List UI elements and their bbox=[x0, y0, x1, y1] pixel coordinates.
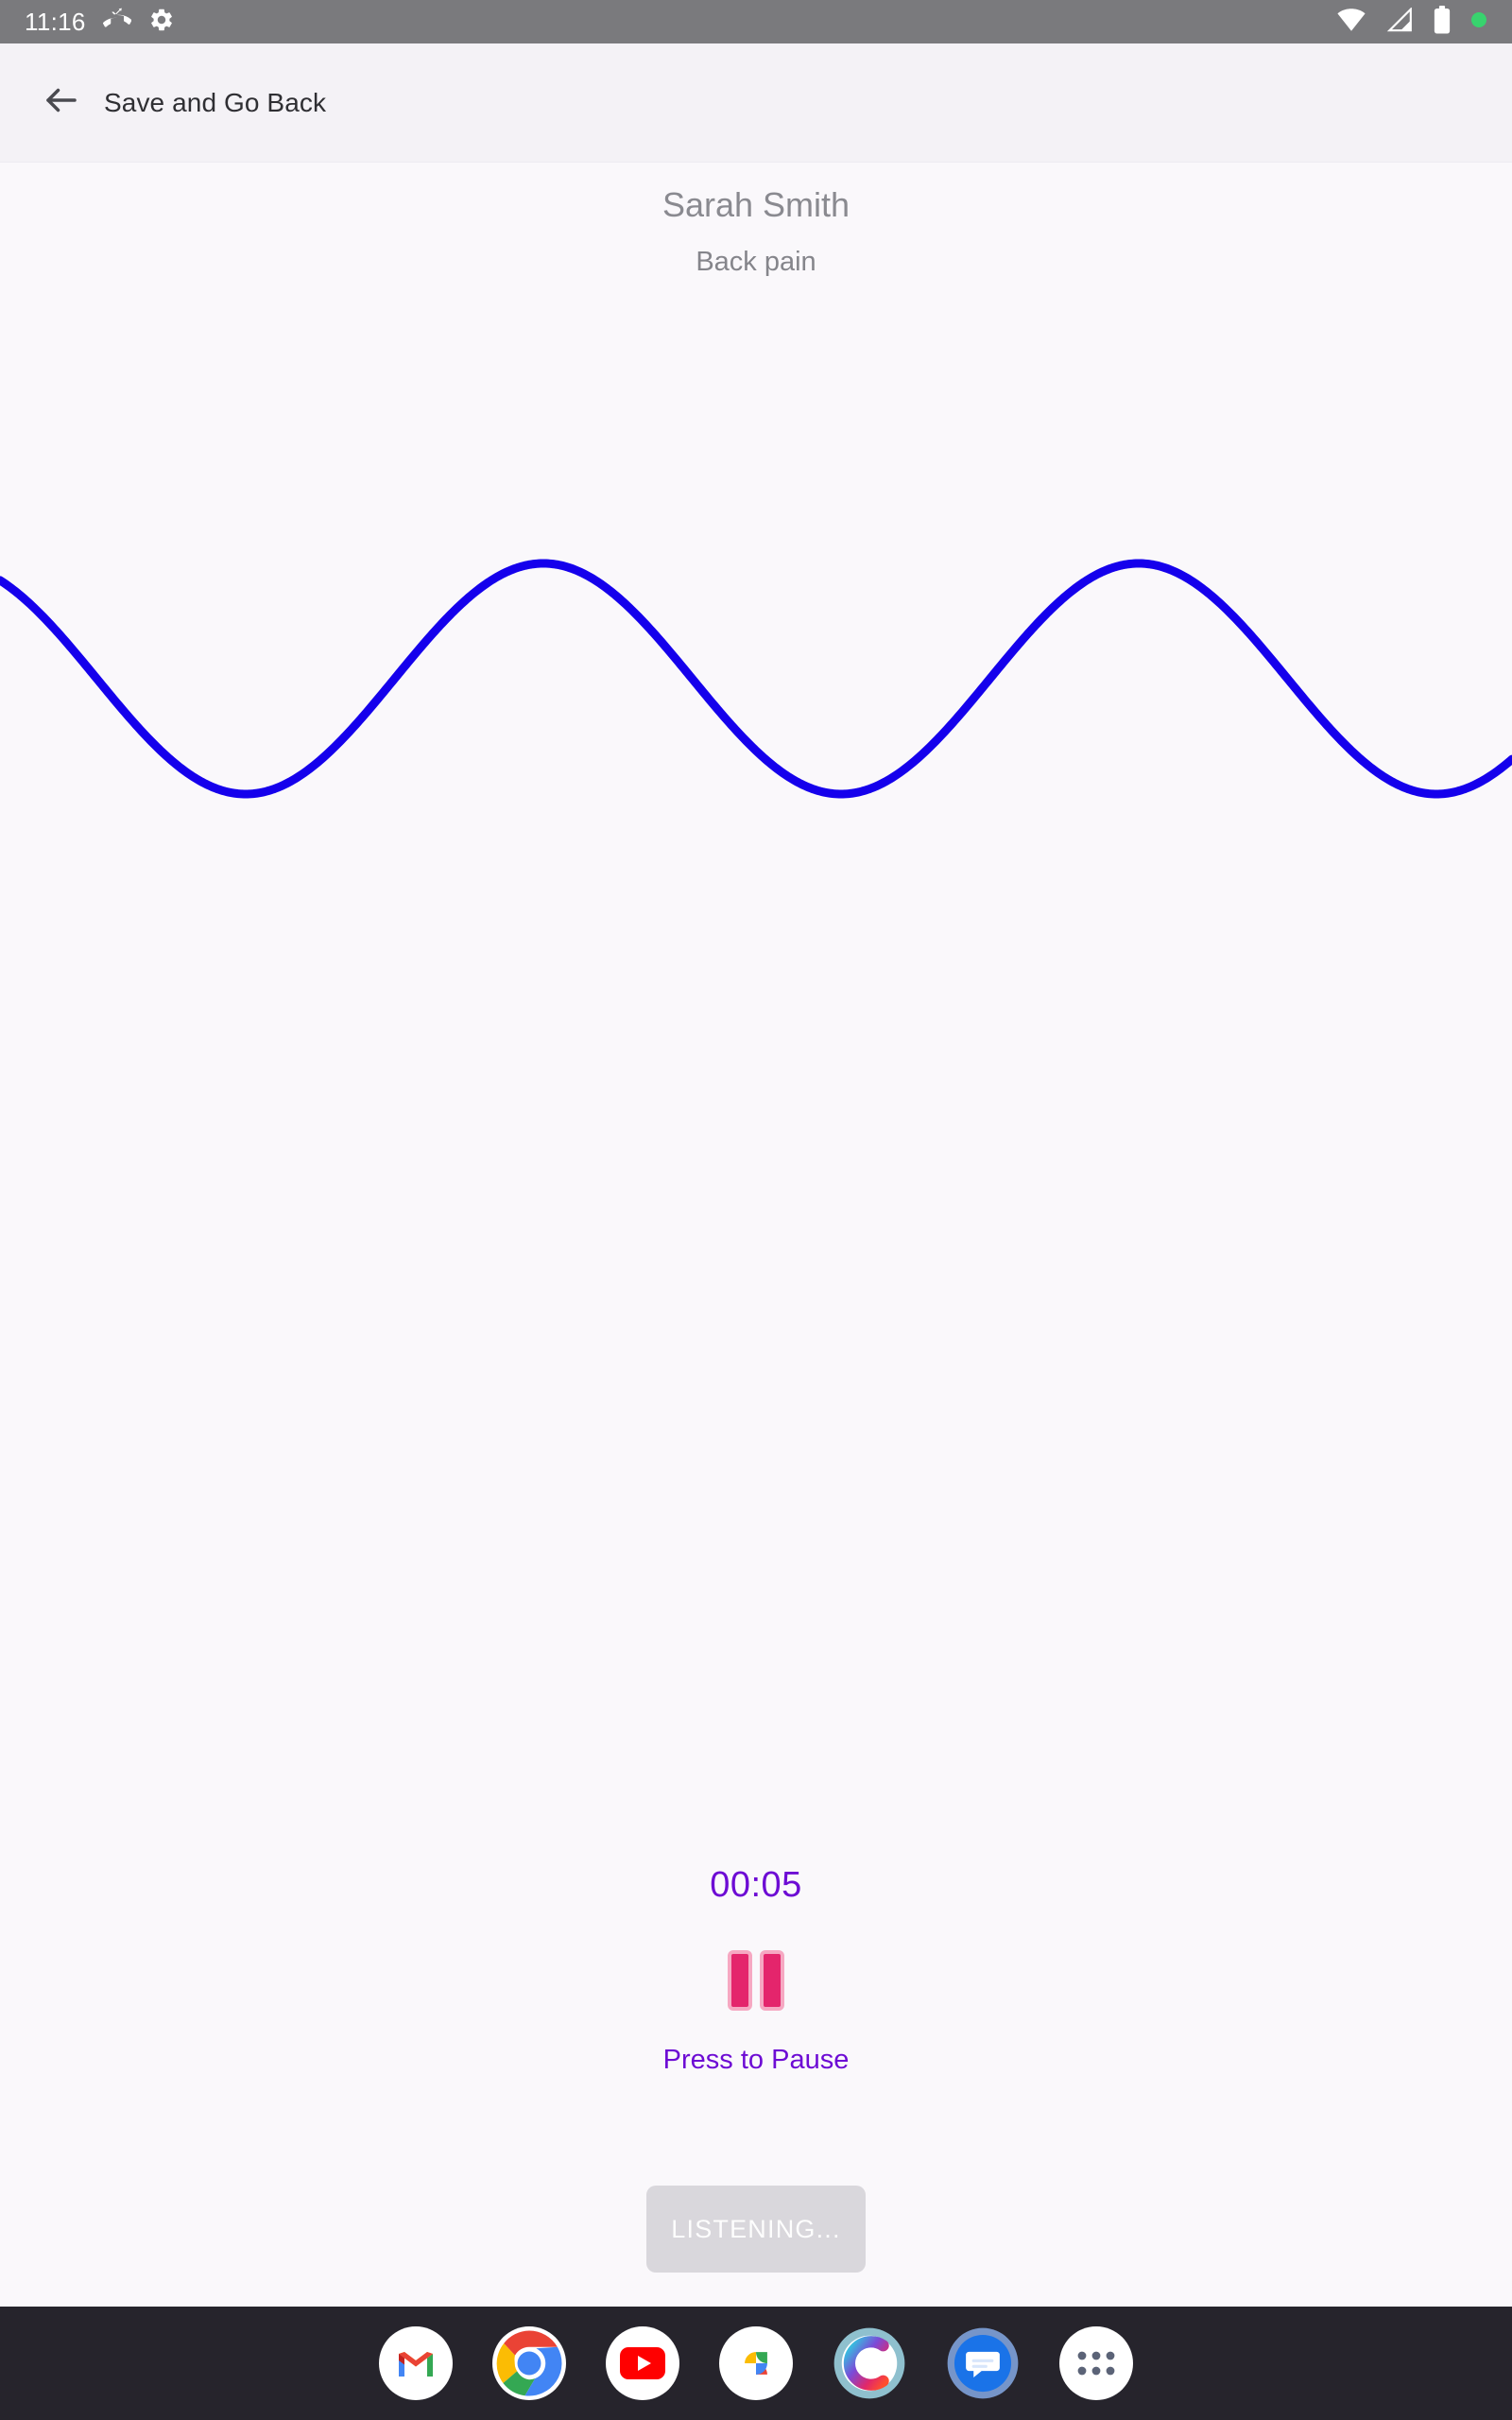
app-bar-title[interactable]: Save and Go Back bbox=[104, 88, 326, 118]
app-bar: Save and Go Back bbox=[0, 43, 1512, 163]
patient-header: Sarah Smith Back pain bbox=[0, 184, 1512, 279]
status-bar-left: 11:16 bbox=[25, 6, 175, 39]
audio-waveform bbox=[0, 510, 1512, 851]
audio-waveform-svg bbox=[0, 559, 1512, 799]
messages-icon[interactable] bbox=[946, 2326, 1020, 2400]
chrome-icon[interactable] bbox=[492, 2326, 566, 2400]
gear-icon bbox=[148, 7, 175, 38]
cellular-signal-icon bbox=[1385, 6, 1414, 37]
wifi-icon bbox=[1336, 8, 1366, 37]
google-photos-icon[interactable] bbox=[719, 2326, 793, 2400]
gmail-icon[interactable] bbox=[379, 2326, 453, 2400]
listening-status-button[interactable]: LISTENING... bbox=[646, 2186, 866, 2273]
status-bar: 11:16 bbox=[0, 0, 1512, 43]
app-dock bbox=[0, 2307, 1512, 2420]
pause-icon-bar-left bbox=[728, 1950, 752, 2011]
missed-call-icon bbox=[102, 6, 131, 39]
c-app-icon[interactable] bbox=[833, 2326, 906, 2400]
recorder-controls: 00:05 Press to Pause bbox=[0, 1867, 1512, 2074]
app-drawer-icon[interactable] bbox=[1059, 2326, 1133, 2400]
patient-name: Sarah Smith bbox=[662, 185, 850, 224]
battery-icon bbox=[1433, 5, 1452, 39]
phone-screen: 11:16 Save and Go Back Sarah Smith Back … bbox=[0, 0, 1512, 2420]
pause-hint-label[interactable]: Press to Pause bbox=[0, 2047, 1512, 2074]
listening-status-label: LISTENING... bbox=[671, 2214, 841, 2243]
status-bar-clock: 11:16 bbox=[25, 8, 86, 36]
save-and-go-back-button[interactable] bbox=[34, 76, 89, 130]
patient-visit-reason: Back pain bbox=[696, 247, 816, 278]
recording-timer: 00:05 bbox=[710, 1865, 802, 1905]
youtube-icon[interactable] bbox=[606, 2326, 679, 2400]
status-bar-right bbox=[1336, 5, 1487, 39]
pause-icon-bar-right bbox=[760, 1950, 784, 2011]
arrow-left-icon bbox=[42, 80, 81, 125]
pause-button[interactable] bbox=[723, 1946, 789, 2014]
recording-indicator-icon bbox=[1470, 11, 1487, 33]
